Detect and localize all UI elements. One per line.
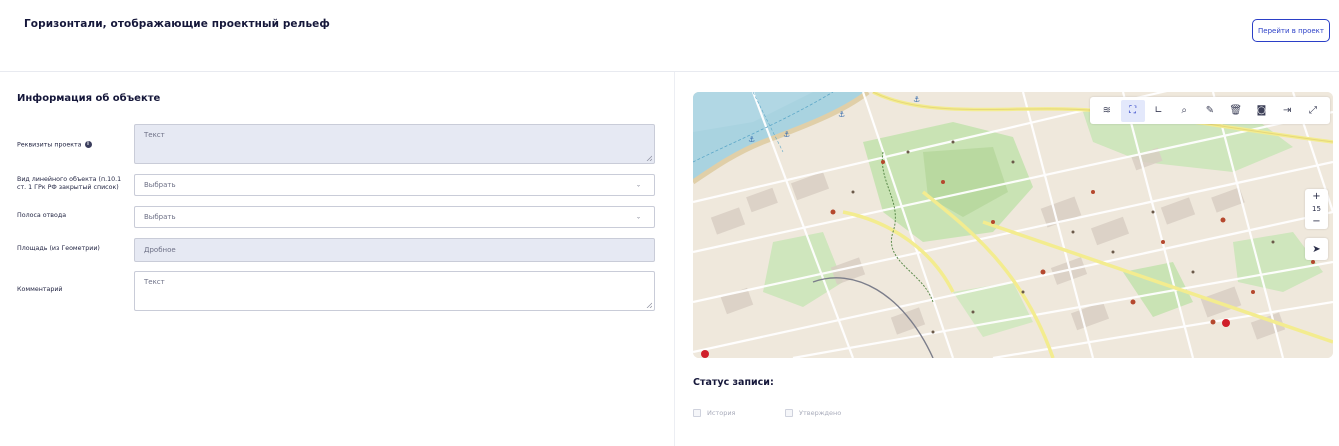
field-label-linear-object-type: Вид линейного объекта (п.10.1 ст. 1 ГРк …	[17, 176, 121, 192]
layers-icon[interactable]: ≋	[1095, 100, 1119, 122]
checkbox-label: История	[707, 409, 736, 417]
field-label-right-of-way: Полоса отвода	[17, 212, 66, 220]
area-value: Дробное	[144, 246, 176, 254]
svg-text:⚓: ⚓	[913, 95, 920, 104]
section-title: Информация об объекте	[17, 93, 161, 104]
select-value: Выбрать	[144, 213, 176, 221]
checkbox-label: Утверждено	[799, 409, 842, 417]
info-icon[interactable]: i	[84, 141, 92, 148]
field-label-area: Площадь (из Геометрии)	[17, 245, 100, 253]
project-details-textarea[interactable]: Текст	[134, 124, 655, 164]
project-details-placeholder: Текст	[144, 131, 165, 139]
zoom-level: 15	[1312, 205, 1321, 213]
select-area-icon[interactable]: ⛶	[1120, 99, 1145, 122]
export-icon[interactable]: ⇥	[1275, 100, 1299, 122]
select-value: Выбрать	[144, 181, 176, 189]
checkbox-history[interactable]: История	[693, 409, 735, 417]
pencil-icon[interactable]: ✎	[1198, 100, 1222, 122]
svg-text:⚓: ⚓	[748, 135, 755, 144]
resize-handle-icon[interactable]	[646, 302, 652, 308]
checkbox-approved[interactable]: Утверждено	[785, 409, 841, 417]
field-label-line1: Вид линейного объекта (п.10.1	[17, 176, 122, 183]
column-divider	[674, 72, 675, 446]
map-toolbar: ≋ ⛶ ∟ ⌕ ✎ 🗑 ◙ ⇥ ⤢	[1090, 97, 1330, 124]
resize-handle-icon[interactable]	[646, 155, 652, 161]
map-view[interactable]: ⚓ ⚓ ⚓ ⚓ ≋ ⛶ ∟ ⌕ ✎ 🗑 ◙ ⇥ ⤢ + 15 − ➤	[693, 92, 1333, 358]
trash-icon[interactable]: 🗑	[1224, 100, 1248, 122]
fullscreen-icon[interactable]: ⤢	[1301, 100, 1325, 122]
right-of-way-select[interactable]: Выбрать ⌄	[134, 206, 655, 228]
svg-text:⚓: ⚓	[783, 130, 790, 139]
comment-textarea[interactable]: Текст	[134, 271, 655, 311]
checkbox-box[interactable]	[785, 409, 793, 417]
zoom-control: + 15 −	[1305, 189, 1328, 229]
camera-icon[interactable]: ◙	[1249, 100, 1273, 122]
linear-object-type-select[interactable]: Выбрать ⌄	[134, 174, 655, 196]
checkbox-box[interactable]	[693, 409, 701, 417]
chevron-down-icon: ⌄	[635, 181, 641, 189]
zoom-out-icon[interactable]: −	[1312, 216, 1320, 227]
measure-angle-icon[interactable]: ∟	[1146, 100, 1170, 122]
comment-placeholder: Текст	[144, 278, 165, 286]
field-label-comment: Комментарий	[17, 286, 63, 294]
locate-icon[interactable]: ➤	[1305, 238, 1328, 260]
field-label-text: Полоса отвода	[17, 212, 67, 219]
go-to-project-button[interactable]: Перейти в проект	[1252, 19, 1330, 42]
field-label-text: Площадь (из Геометрии)	[17, 245, 100, 252]
page-title: Горизонтали, отображающие проектный рель…	[24, 18, 330, 30]
page-header: Горизонтали, отображающие проектный рель…	[0, 0, 1339, 72]
field-label-text: Комментарий	[17, 286, 63, 293]
field-label-project-details: Реквизиты проекта i	[17, 141, 92, 150]
field-label-line2: ст. 1 ГРк РФ закрытый список)	[17, 184, 119, 191]
map-tiles[interactable]: ⚓ ⚓ ⚓ ⚓	[693, 92, 1333, 358]
area-field: Дробное	[134, 238, 655, 262]
field-label-text: Реквизиты проекта	[17, 141, 82, 149]
chevron-down-icon: ⌄	[635, 213, 641, 221]
zoom-in-icon[interactable]: +	[1312, 191, 1320, 202]
status-title: Статус записи:	[693, 377, 774, 388]
svg-text:⚓: ⚓	[838, 110, 845, 119]
search-icon[interactable]: ⌕	[1172, 100, 1196, 122]
